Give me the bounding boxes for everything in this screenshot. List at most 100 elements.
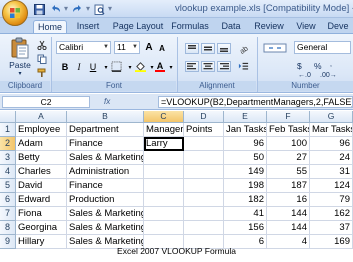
cell-b2[interactable]: Finance	[67, 137, 144, 151]
cell-a7[interactable]: Fiona	[16, 207, 67, 221]
cell-g3[interactable]: 24	[310, 151, 353, 165]
column-header-b[interactable]: B	[67, 111, 144, 123]
cell-b5[interactable]: Finance	[67, 179, 144, 193]
bold-button[interactable]: B	[59, 61, 71, 73]
cell-f2[interactable]: 100	[267, 137, 310, 151]
column-header-d[interactable]: D	[184, 111, 224, 123]
cell-g6[interactable]: 79	[310, 193, 353, 207]
cell-b6[interactable]: Production	[67, 193, 144, 207]
tab-home[interactable]: Home	[33, 20, 67, 34]
font-size-combobox[interactable]: 11 ▼	[114, 41, 140, 54]
underline-button[interactable]: U	[87, 61, 99, 73]
cell-g2[interactable]: 96	[310, 137, 353, 151]
align-bottom-button[interactable]	[217, 43, 231, 54]
undo-dropdown-icon[interactable]: ▾	[64, 3, 68, 15]
cell-e7[interactable]: 41	[224, 207, 267, 221]
row-header-5[interactable]: 5	[0, 179, 16, 193]
column-header-f[interactable]: F	[267, 111, 310, 123]
cell-f8[interactable]: 144	[267, 221, 310, 235]
redo-icon[interactable]	[70, 3, 84, 16]
cell-f6[interactable]: 16	[267, 193, 310, 207]
borders-icon[interactable]	[110, 61, 122, 73]
cell-c5[interactable]	[144, 179, 184, 193]
tab-page-layout[interactable]: Page Layout	[108, 20, 168, 34]
cell-d5[interactable]	[184, 179, 224, 193]
fill-color-icon[interactable]	[134, 61, 146, 73]
percent-button[interactable]: %	[314, 61, 322, 71]
cell-g8[interactable]: 37	[310, 221, 353, 235]
cell-c1[interactable]: Manager	[144, 123, 184, 137]
row-header-6[interactable]: 6	[0, 193, 16, 207]
cell-b3[interactable]: Sales & Marketing	[67, 151, 144, 165]
align-middle-button[interactable]	[201, 43, 215, 54]
font-color-dropdown-icon[interactable]: ▾	[165, 62, 177, 74]
cell-e5[interactable]: 198	[224, 179, 267, 193]
column-header-g[interactable]: G	[310, 111, 353, 123]
cell-c3[interactable]	[144, 151, 184, 165]
cell-e1[interactable]: Jan Tasks	[224, 123, 267, 137]
cell-f5[interactable]: 187	[267, 179, 310, 193]
row-header-1[interactable]: 1	[0, 123, 16, 137]
cell-e4[interactable]: 149	[224, 165, 267, 179]
cell-a6[interactable]: Edward	[16, 193, 67, 207]
insert-function-button[interactable]: fx	[104, 97, 110, 106]
cell-c7[interactable]	[144, 207, 184, 221]
cell-d2[interactable]	[184, 137, 224, 151]
indent-icon[interactable]	[236, 61, 250, 73]
align-top-button[interactable]	[185, 43, 199, 54]
cell-g7[interactable]: 162	[310, 207, 353, 221]
column-header-c[interactable]: C	[144, 111, 184, 123]
cell-f3[interactable]: 27	[267, 151, 310, 165]
format-painter-icon[interactable]	[36, 67, 48, 78]
cell-c2[interactable]: Larry	[144, 137, 184, 151]
align-right-button[interactable]	[217, 61, 231, 72]
tab-data[interactable]: Data	[218, 20, 244, 34]
cell-d4[interactable]	[184, 165, 224, 179]
cell-d7[interactable]	[184, 207, 224, 221]
cell-e8[interactable]: 156	[224, 221, 267, 235]
cell-f1[interactable]: Feb Tasks	[267, 123, 310, 137]
row-header-7[interactable]: 7	[0, 207, 16, 221]
shrink-font-button[interactable]: A	[156, 43, 168, 55]
tab-view[interactable]: View	[293, 20, 319, 34]
tab-insert[interactable]: Insert	[72, 20, 104, 34]
save-icon[interactable]	[32, 3, 46, 16]
increase-decimal-icon[interactable]: ←.0	[298, 72, 311, 79]
column-header-a[interactable]: A	[16, 111, 67, 123]
tab-developer[interactable]: Deve	[323, 20, 353, 34]
cell-e6[interactable]: 182	[224, 193, 267, 207]
font-name-combobox[interactable]: Calibri ▼	[56, 41, 111, 54]
cell-a1[interactable]: Employee	[16, 123, 67, 137]
cell-c4[interactable]	[144, 165, 184, 179]
align-center-button[interactable]	[201, 61, 215, 72]
comma-style-icon[interactable]: ,	[330, 61, 332, 68]
row-header-2[interactable]: 2	[0, 137, 16, 151]
column-header-e[interactable]: E	[224, 111, 267, 123]
customize-toolbar-icon[interactable]: ▾	[108, 3, 112, 15]
cell-a5[interactable]: David	[16, 179, 67, 193]
cell-g4[interactable]: 31	[310, 165, 353, 179]
cell-d3[interactable]	[184, 151, 224, 165]
grow-font-button[interactable]: A	[143, 42, 155, 54]
cell-f7[interactable]: 144	[267, 207, 310, 221]
row-header-8[interactable]: 8	[0, 221, 16, 235]
cell-a2[interactable]: Adam	[16, 137, 67, 151]
decrease-decimal-icon[interactable]: .00→	[320, 72, 337, 79]
cell-a3[interactable]: Betty	[16, 151, 67, 165]
name-box[interactable]: C2	[2, 96, 90, 108]
align-left-button[interactable]	[185, 61, 199, 72]
cell-c6[interactable]	[144, 193, 184, 207]
cell-a8[interactable]: Georgina	[16, 221, 67, 235]
cell-g1[interactable]: Mar Tasks	[310, 123, 353, 137]
cell-b7[interactable]: Sales & Marketing	[67, 207, 144, 221]
number-format-combobox[interactable]: General	[294, 41, 351, 54]
print-preview-icon[interactable]	[92, 3, 106, 16]
select-all-corner[interactable]	[0, 111, 16, 123]
redo-dropdown-icon[interactable]: ▾	[86, 3, 90, 15]
tab-review[interactable]: Review	[252, 20, 286, 34]
cut-icon[interactable]	[36, 39, 48, 50]
cell-e3[interactable]: 50	[224, 151, 267, 165]
cell-b8[interactable]: Sales & Marketing	[67, 221, 144, 235]
italic-button[interactable]: I	[73, 61, 85, 73]
cell-b4[interactable]: Administration	[67, 165, 144, 179]
